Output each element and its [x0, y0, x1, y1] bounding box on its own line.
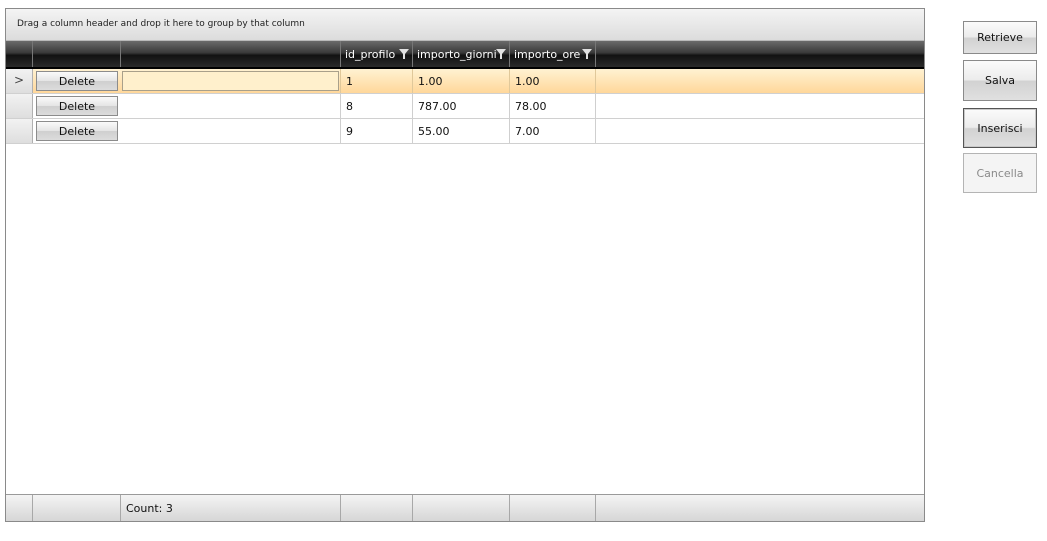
row-indicator [6, 94, 33, 118]
header-action[interactable] [33, 41, 121, 67]
header-importo-giorni-label: importo_giorni [417, 48, 497, 61]
cell-editor[interactable] [122, 71, 339, 91]
header-importo-ore-label: importo_ore [514, 48, 581, 61]
salva-button[interactable]: Salva [963, 60, 1037, 101]
cell-importo-giorni[interactable]: 1.00 [413, 69, 510, 93]
delete-button[interactable]: Delete [36, 96, 118, 116]
header-importo-giorni[interactable]: importo_giorni [413, 41, 510, 67]
cancella-button[interactable]: Cancella [963, 153, 1037, 193]
retrieve-button[interactable]: Retrieve [963, 21, 1037, 54]
cell-id-profilo[interactable]: 9 [341, 119, 413, 143]
footer-importo-giorni [413, 495, 510, 521]
data-grid: Drag a column header and drop it here to… [5, 8, 925, 522]
cell-importo-giorni[interactable]: 787.00 [413, 94, 510, 118]
filter-icon[interactable] [496, 49, 506, 59]
cell-id-profilo[interactable]: 1 [341, 69, 413, 93]
group-by-panel[interactable]: Drag a column header and drop it here to… [6, 9, 924, 41]
footer-count: Count: 3 [121, 495, 341, 521]
delete-button[interactable]: Delete [36, 121, 118, 141]
inserisci-button[interactable]: Inserisci [963, 108, 1037, 148]
row-indicator: > [6, 69, 33, 93]
table-row[interactable]: > Delete 1 1.00 1.00 [6, 69, 924, 94]
summary-footer: Count: 3 [6, 494, 924, 521]
cell-importo-ore[interactable]: 7.00 [510, 119, 596, 143]
delete-button[interactable]: Delete [36, 71, 118, 91]
filter-icon[interactable] [399, 49, 409, 59]
table-row[interactable]: Delete 8 787.00 78.00 [6, 94, 924, 119]
footer-importo-ore [510, 495, 596, 521]
header-text[interactable] [121, 41, 341, 67]
header-id-profilo[interactable]: id_profilo [341, 41, 413, 67]
row-indicator [6, 119, 33, 143]
footer-action [33, 495, 121, 521]
header-id-profilo-label: id_profilo [345, 48, 396, 61]
header-importo-ore[interactable]: importo_ore [510, 41, 596, 67]
table-row[interactable]: Delete 9 55.00 7.00 [6, 119, 924, 144]
cell-importo-ore[interactable]: 78.00 [510, 94, 596, 118]
group-by-hint: Drag a column header and drop it here to… [17, 19, 305, 29]
text-cell[interactable] [121, 94, 341, 118]
filter-icon[interactable] [582, 49, 592, 59]
text-cell[interactable] [121, 119, 341, 143]
cell-importo-ore[interactable]: 1.00 [510, 69, 596, 93]
cell-importo-giorni[interactable]: 55.00 [413, 119, 510, 143]
footer-id-profilo [341, 495, 413, 521]
column-header-row: id_profilo importo_giorni importo_ore [6, 41, 924, 69]
text-cell[interactable] [121, 69, 341, 93]
cell-id-profilo[interactable]: 8 [341, 94, 413, 118]
header-indicator [6, 41, 33, 67]
footer-indicator [6, 495, 33, 521]
